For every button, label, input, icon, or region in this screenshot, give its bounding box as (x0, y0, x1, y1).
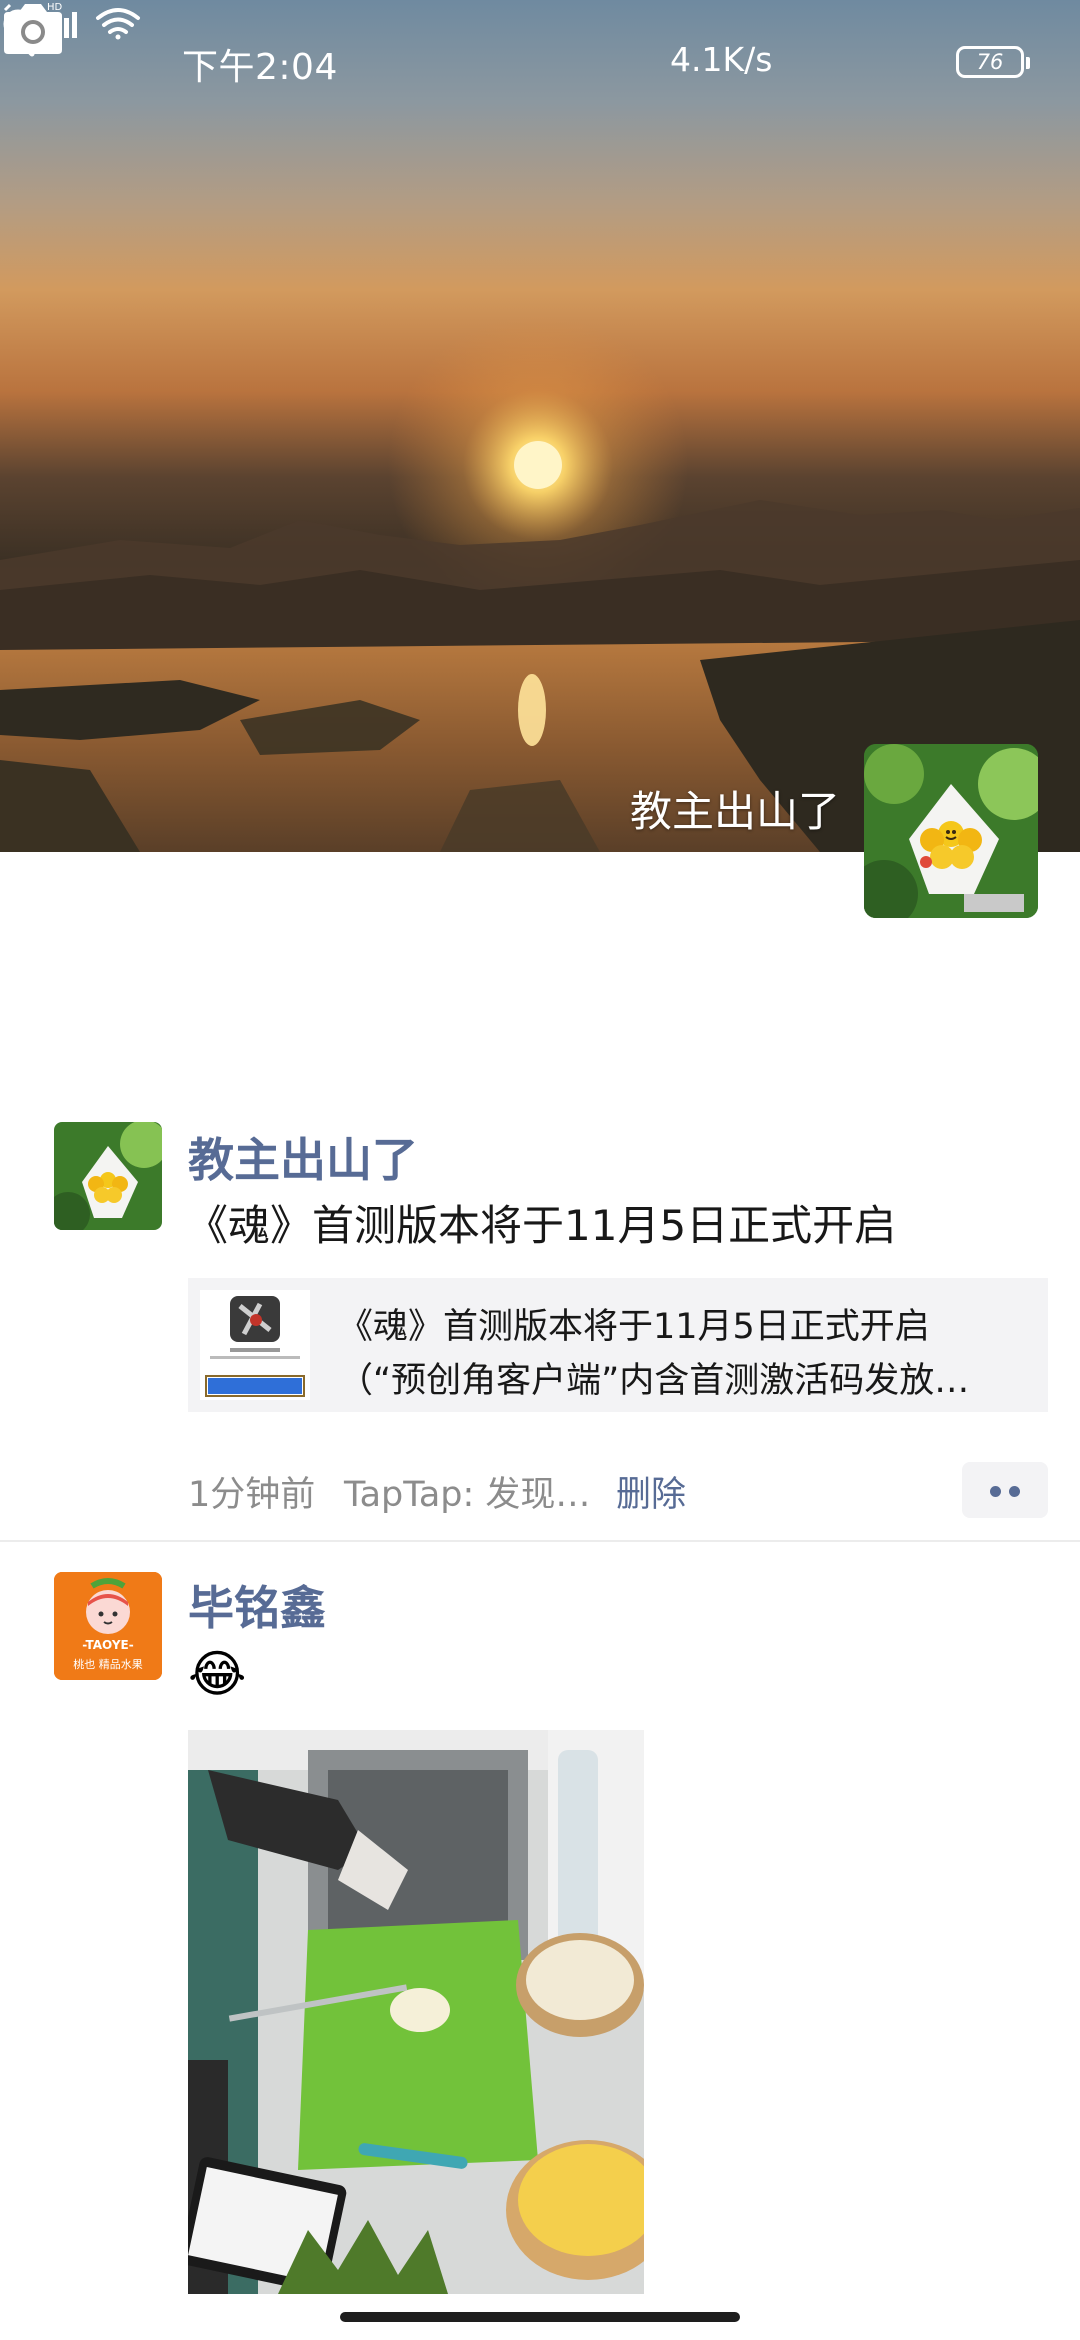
link-subtitle: （“预创角客户端”内含首测激活码发放… (338, 1361, 970, 1401)
wifi-icon (96, 8, 140, 40)
post-author-name[interactable]: 教主出山了 (188, 1124, 418, 1190)
shared-link-card[interactable]: 《魂》首测版本将于11月5日正式开启 （“预创角客户端”内含首测激活码发放… (188, 1278, 1048, 1412)
status-bar: 下午2:04 4.1K/s HD 76 (0, 0, 1080, 120)
game-promo-image (200, 1290, 310, 1400)
battery-level: 76 (976, 50, 1004, 74)
battery-icon: 76 (956, 46, 1030, 78)
camera-icon[interactable] (0, 0, 66, 60)
profile-avatar[interactable] (864, 744, 1038, 918)
link-title: 《魂》首测版本将于11月5日正式开启 (338, 1307, 930, 1347)
status-time: 下午2:04 (182, 47, 338, 88)
link-thumbnail (200, 1290, 310, 1400)
post-text: 《魂》首测版本将于11月5日正式开启 (186, 1201, 897, 1250)
delete-button[interactable]: 删除 (616, 1466, 686, 1517)
more-actions-button[interactable] (962, 1462, 1048, 1518)
post-photo[interactable] (188, 1730, 644, 2294)
post-time: 1分钟前 (188, 1475, 316, 1515)
dot-icon (990, 1486, 1001, 1497)
post-text: 😂 (188, 1645, 247, 1703)
kitchen-fruit-photo (188, 1730, 644, 2294)
cover-photo[interactable]: 下午2:04 4.1K/s HD 76 教主出山了 (0, 0, 1080, 852)
post-author-name[interactable]: 毕铭鑫 (188, 1572, 326, 1638)
cover-username: 教主出山了 (629, 787, 840, 836)
avatar-brand-text: -TAOYE- (82, 1638, 134, 1652)
dot-icon (1009, 1486, 1020, 1497)
avatar-brand-subtext: 桃也 精品水果 (73, 1658, 143, 1671)
network-speed: 4.1K/s (670, 40, 773, 79)
home-indicator[interactable] (340, 2312, 740, 2322)
sunset-landscape (0, 315, 1080, 852)
post-source[interactable]: TapTap: 发现… (344, 1466, 590, 1517)
divider (0, 1540, 1080, 1542)
flower-bouquet-image (54, 1122, 162, 1230)
avatar[interactable] (54, 1122, 162, 1230)
avatar[interactable]: -TAOYE- 桃也 精品水果 (54, 1572, 162, 1680)
flower-bouquet-image (864, 744, 1038, 918)
